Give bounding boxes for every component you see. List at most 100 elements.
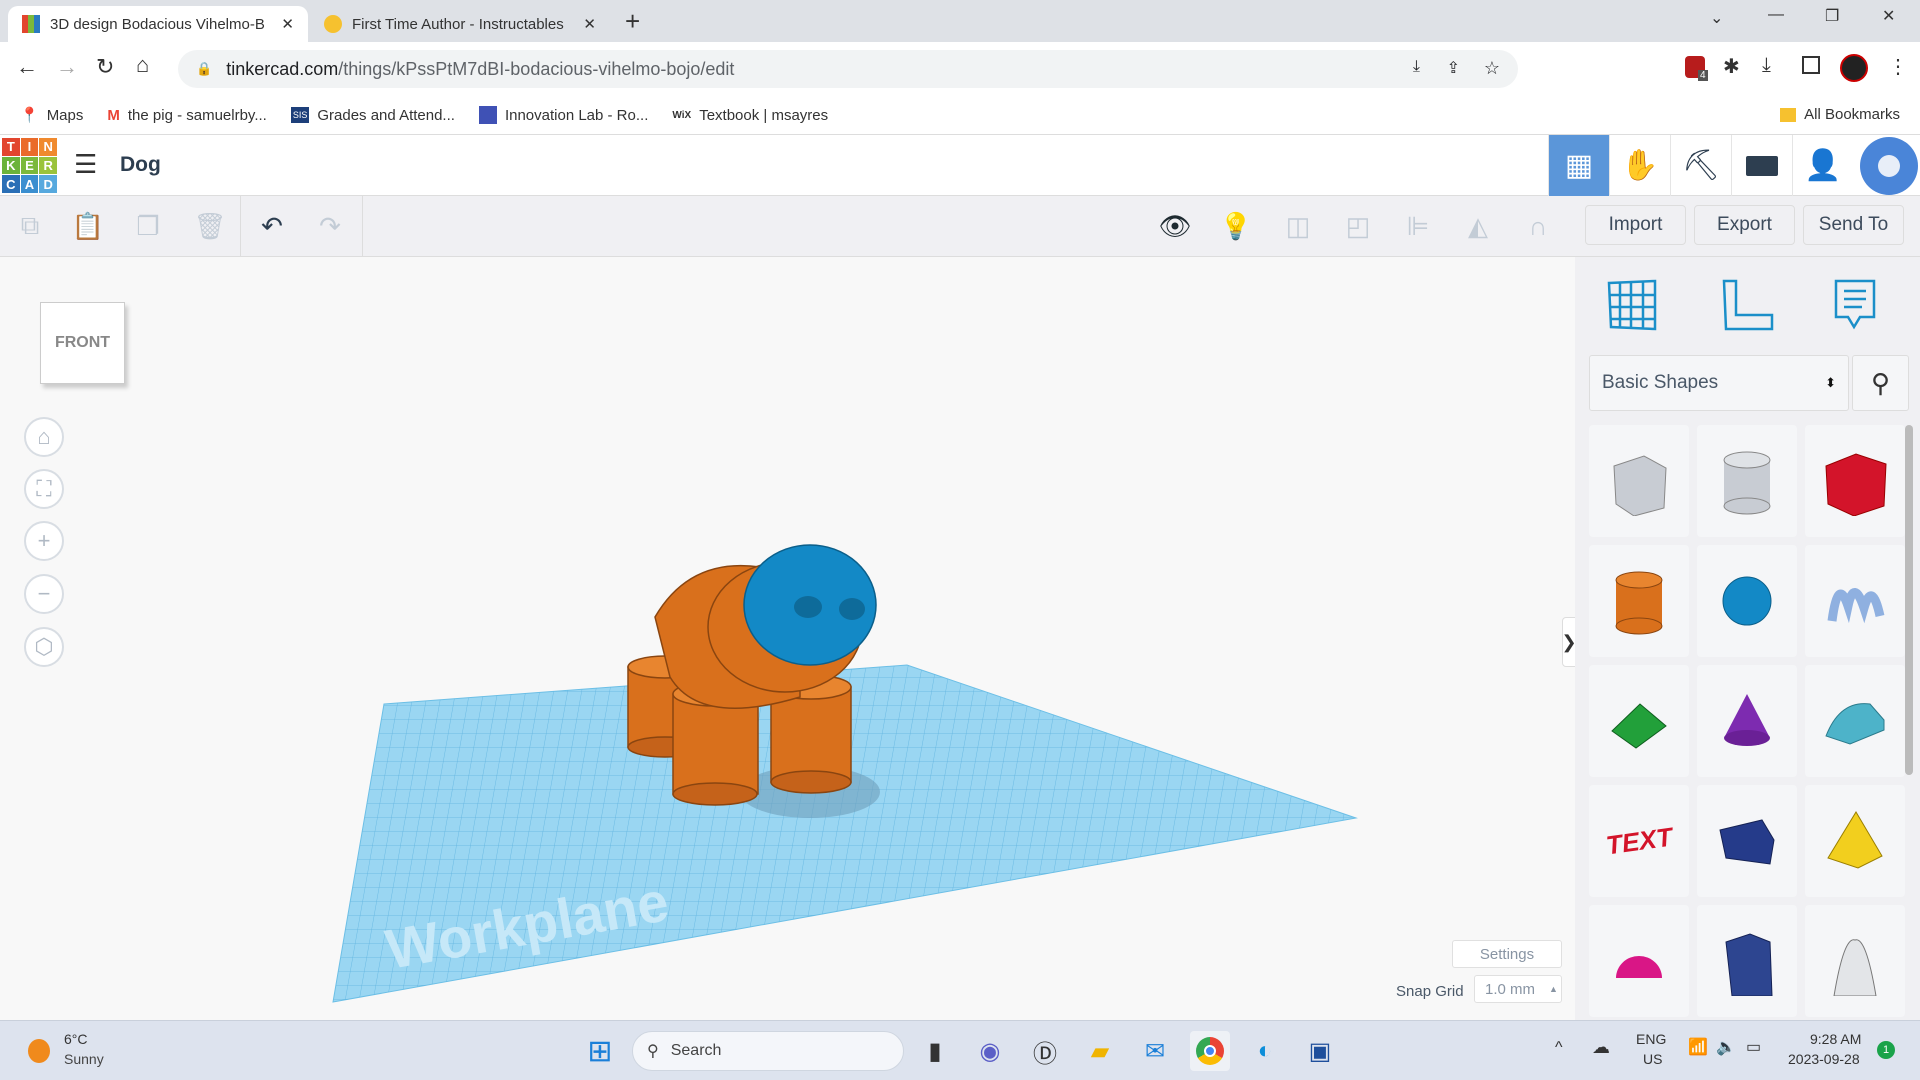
close-tab-icon[interactable]: ✕ — [583, 15, 596, 33]
bookmark-maps[interactable]: 📍 Maps — [20, 106, 83, 125]
settings-button[interactable]: Settings — [1452, 940, 1562, 968]
export-button[interactable]: Export — [1694, 205, 1795, 245]
tab-tinkercad[interactable]: 3D design Bodacious Vihelmo-B ✕ — [8, 6, 308, 42]
weather-temp[interactable]: 6°C — [64, 1031, 88, 1047]
volume-icon[interactable]: 🔈 — [1716, 1037, 1736, 1057]
taskbar-search[interactable]: ⚲ Search — [632, 1031, 904, 1071]
onedrive-icon[interactable]: ☁ — [1592, 1037, 1610, 1058]
delete-button[interactable]: 🗑 — [190, 206, 230, 246]
shape-cone[interactable] — [1697, 665, 1797, 777]
chrome-button[interactable] — [1190, 1031, 1230, 1071]
shape-wedge[interactable] — [1697, 785, 1797, 897]
all-bookmarks[interactable]: All Bookmarks — [1780, 106, 1900, 123]
reload-icon[interactable]: ↻ — [96, 54, 114, 80]
cruise-button[interactable]: ∩ — [1518, 206, 1558, 246]
extensions-puzzle-icon[interactable]: ✱ — [1723, 54, 1740, 79]
shape-round-roof[interactable] — [1805, 665, 1905, 777]
snap-grid-select[interactable]: 1.0 mm ▲ — [1474, 975, 1562, 1003]
sim-lab-button[interactable]: ✋ — [1609, 135, 1670, 196]
close-window-button[interactable]: ✕ — [1882, 6, 1895, 26]
shape-roof[interactable] — [1589, 665, 1689, 777]
notes-tool[interactable] — [1830, 277, 1885, 332]
shape-polygon[interactable] — [1697, 905, 1797, 1017]
clock-time[interactable]: 9:28 AM — [1810, 1031, 1861, 1047]
share-icon[interactable]: ⇪ — [1447, 58, 1460, 78]
shape-box-hole[interactable] — [1589, 425, 1689, 537]
bookmark-gmail[interactable]: Mthe pig - samuelrby... — [107, 107, 266, 124]
send-to-button[interactable]: Send To — [1803, 205, 1904, 245]
duplicate-button[interactable]: ❐ — [128, 206, 168, 246]
shape-text[interactable]: TEXT — [1589, 785, 1689, 897]
dell-button[interactable]: Ⓓ — [1025, 1031, 1065, 1071]
shape-library-select[interactable]: Basic Shapes ⬍ — [1589, 355, 1849, 411]
downloads-icon[interactable]: ⤓ — [1762, 54, 1771, 77]
shape-cylinder-hole[interactable] — [1697, 425, 1797, 537]
store-button[interactable]: ▣ — [1300, 1031, 1340, 1071]
light-button[interactable]: 💡 — [1216, 206, 1256, 246]
tab-search-icon[interactable]: ⌄ — [1710, 8, 1723, 28]
notification-badge[interactable]: 1 — [1877, 1041, 1895, 1059]
redo-button[interactable]: ↷ — [310, 206, 350, 246]
wifi-icon[interactable]: 📶 — [1688, 1037, 1708, 1057]
install-icon[interactable]: ⤓ — [1413, 58, 1420, 76]
forward-icon[interactable]: → — [56, 54, 78, 80]
close-tab-icon[interactable]: ✕ — [281, 15, 294, 33]
start-button[interactable]: ⊞ — [580, 1031, 620, 1071]
ruler-tool[interactable] — [1720, 277, 1775, 332]
ungroup-button[interactable]: ◰ — [1338, 206, 1378, 246]
language-code[interactable]: ENG — [1636, 1031, 1666, 1047]
home-icon[interactable]: ⌂ — [136, 52, 149, 78]
tinkercad-logo[interactable]: T I N K E R C A D — [2, 138, 57, 193]
invite-user-button[interactable]: 👤 — [1792, 135, 1853, 196]
user-avatar[interactable] — [1860, 137, 1918, 195]
language-region[interactable]: US — [1643, 1051, 1662, 1067]
shape-pyramid[interactable] — [1805, 785, 1905, 897]
battery-icon[interactable]: ▭ — [1746, 1037, 1761, 1057]
chevron-up-icon[interactable]: ^ — [1555, 1039, 1563, 1057]
minimize-button[interactable]: — — [1768, 6, 1784, 24]
copy-button[interactable]: ⧉ — [10, 206, 50, 246]
chrome-menu-icon[interactable]: ⋮ — [1888, 54, 1908, 79]
file-explorer-button[interactable]: ▰ — [1080, 1031, 1120, 1071]
new-tab-button[interactable]: + — [625, 6, 640, 37]
back-icon[interactable]: ← — [16, 54, 38, 80]
design-name[interactable]: Dog — [120, 153, 161, 177]
shape-half-sphere[interactable] — [1589, 905, 1689, 1017]
notes-visibility-button[interactable]: 👁 — [1155, 206, 1195, 246]
clock-date[interactable]: 2023-09-28 — [1788, 1051, 1860, 1067]
scrollbar[interactable] — [1905, 425, 1913, 775]
maximize-button[interactable]: ❐ — [1825, 6, 1839, 26]
weather-condition[interactable]: Sunny — [64, 1051, 104, 1067]
shape-box[interactable] — [1805, 425, 1905, 537]
bookmark-textbook[interactable]: WiX Textbook | msayres — [672, 107, 828, 124]
align-button[interactable]: ⊫ — [1398, 206, 1438, 246]
3d-viewport[interactable]: FRONT ⌂ ⛶ + − ⬡ Workplane Settings Snap … — [0, 257, 1577, 1020]
task-view-button[interactable]: ▮ — [915, 1031, 955, 1071]
tab-instructables[interactable]: First Time Author - Instructables ✕ — [310, 6, 610, 42]
shape-search-button[interactable]: ⚲ — [1852, 355, 1909, 411]
url-input[interactable]: 🔒 tinkercad.com/things/kPssPtM7dBI-bodac… — [178, 50, 1518, 88]
paste-button[interactable]: 📋 — [68, 206, 108, 246]
import-button[interactable]: Import — [1585, 205, 1686, 245]
bookmark-star-icon[interactable]: ☆ — [1484, 58, 1500, 79]
group-button[interactable]: ◫ — [1278, 206, 1318, 246]
side-panel-icon[interactable] — [1802, 56, 1820, 74]
profile-avatar[interactable] — [1840, 54, 1868, 82]
undo-button[interactable]: ↶ — [252, 206, 292, 246]
teams-button[interactable]: ◉ — [970, 1031, 1010, 1071]
minecraft-button[interactable]: ⛏ — [1670, 135, 1731, 196]
collapse-panel-button[interactable]: ❯ — [1561, 617, 1577, 667]
workplane-tool[interactable] — [1605, 277, 1660, 332]
shape-scribble[interactable] — [1805, 545, 1905, 657]
bookmark-innovation-lab[interactable]: Innovation Lab - Ro... — [478, 106, 648, 124]
bookmark-sis[interactable]: SIS Grades and Attend... — [290, 107, 455, 124]
shape-sphere[interactable] — [1697, 545, 1797, 657]
shape-paraboloid[interactable] — [1805, 905, 1905, 1017]
shape-cylinder[interactable] — [1589, 545, 1689, 657]
design-menu-icon[interactable]: ☰ — [74, 149, 97, 180]
mirror-button[interactable]: ◭ — [1458, 206, 1498, 246]
mail-button[interactable]: ✉ — [1135, 1031, 1175, 1071]
3d-design-view-button[interactable]: ▦ — [1548, 135, 1609, 196]
brick-button[interactable] — [1731, 135, 1792, 196]
edge-button[interactable]: ◐ — [1245, 1031, 1285, 1071]
